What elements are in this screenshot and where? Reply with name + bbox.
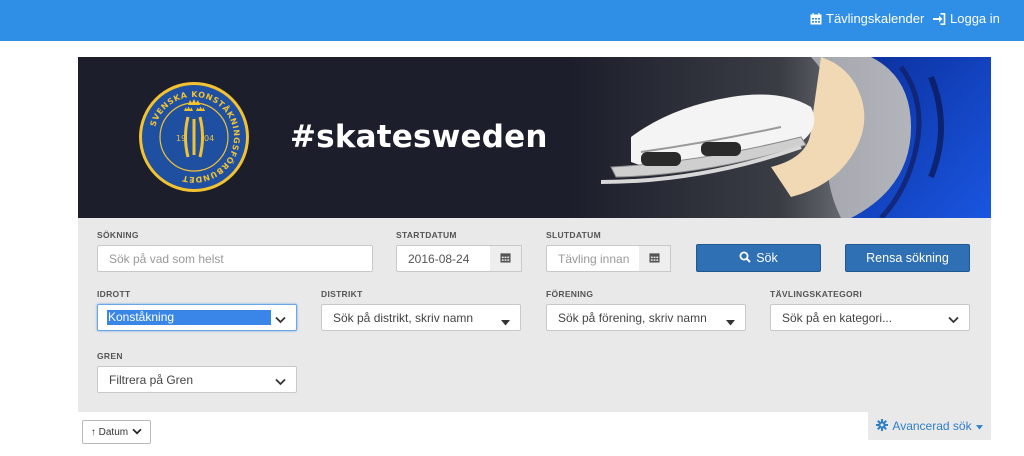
- search-button-label: Sök: [756, 251, 778, 265]
- federation-logo: SVENSKA KONSTÅKNINGSFÖRBUNDET 19 04: [139, 82, 249, 192]
- sort-date-label: ↑ Datum: [90, 426, 129, 438]
- end-date-label: SLUTDATUM: [546, 230, 601, 240]
- category-select[interactable]: Sök på en kategori...: [770, 304, 970, 331]
- search-query-label: SÖKNING: [97, 230, 139, 240]
- branch-label: GREN: [97, 351, 123, 361]
- branch-select-placeholder: Filtrera på Gren: [109, 372, 194, 387]
- search-icon: [739, 251, 751, 266]
- calendar-icon: [810, 12, 822, 25]
- sport-label: IDROTT: [97, 289, 131, 299]
- category-select-placeholder: Sök på en kategori...: [782, 310, 893, 325]
- nav-login-label: Logga in: [950, 11, 1000, 26]
- start-date-input[interactable]: 2016-08-24: [396, 245, 491, 272]
- start-date-calendar-button[interactable]: [490, 245, 522, 272]
- chevron-down-icon: [132, 427, 142, 438]
- chevron-down-icon: [275, 313, 286, 327]
- category-label: TÄVLINGSKATEGORI: [770, 289, 863, 299]
- start-date-label: STARTDATUM: [396, 230, 457, 240]
- search-input[interactable]: Sök på vad som helst: [97, 245, 373, 272]
- sign-in-icon: [933, 12, 946, 25]
- skate-illustration: [571, 57, 991, 218]
- branch-select[interactable]: Filtrera på Gren: [97, 366, 297, 393]
- district-label: DISTRIKT: [321, 289, 363, 299]
- nav-tavlingskalender[interactable]: Tävlingskalender: [810, 11, 924, 26]
- clear-search-button[interactable]: Rensa sökning: [845, 244, 970, 272]
- banner-hashtag: #skatesweden: [290, 119, 548, 155]
- gear-icon: [876, 418, 889, 434]
- hero-banner: SVENSKA KONSTÅKNINGSFÖRBUNDET 19 04 #ska…: [78, 57, 991, 218]
- end-date-input[interactable]: Tävling innan: [546, 245, 640, 272]
- club-select[interactable]: Sök på förening, skriv namn: [546, 304, 746, 331]
- advanced-search-label: Avancerad sök: [892, 419, 972, 433]
- nav-calendar-label: Tävlingskalender: [826, 11, 925, 26]
- caret-down-icon: [975, 419, 983, 433]
- logo-year-left: 19: [176, 134, 186, 143]
- sport-select-value: Konståkning: [107, 310, 271, 325]
- nav-login[interactable]: Logga in: [933, 11, 1000, 26]
- chevron-down-icon: [948, 313, 959, 327]
- calendar-icon: [500, 250, 511, 268]
- advanced-search-toggle[interactable]: Avancerad sök: [868, 412, 991, 440]
- club-label: FÖRENING: [546, 289, 594, 299]
- caret-down-icon: [726, 315, 735, 329]
- district-select[interactable]: Sök på distrikt, skriv namn: [321, 304, 521, 331]
- top-navbar: Tävlingskalender Logga in: [0, 0, 1024, 41]
- search-button[interactable]: Sök: [696, 244, 821, 272]
- chevron-down-icon: [275, 375, 286, 389]
- sport-select[interactable]: Konståkning: [97, 304, 297, 331]
- end-date-calendar-button[interactable]: [639, 245, 671, 272]
- sort-date-button[interactable]: ↑ Datum: [82, 420, 151, 444]
- caret-down-icon: [501, 315, 510, 329]
- district-select-placeholder: Sök på distrikt, skriv namn: [333, 310, 474, 325]
- logo-year-right: 04: [204, 134, 214, 143]
- calendar-icon: [649, 250, 660, 268]
- club-select-placeholder: Sök på förening, skriv namn: [558, 310, 707, 325]
